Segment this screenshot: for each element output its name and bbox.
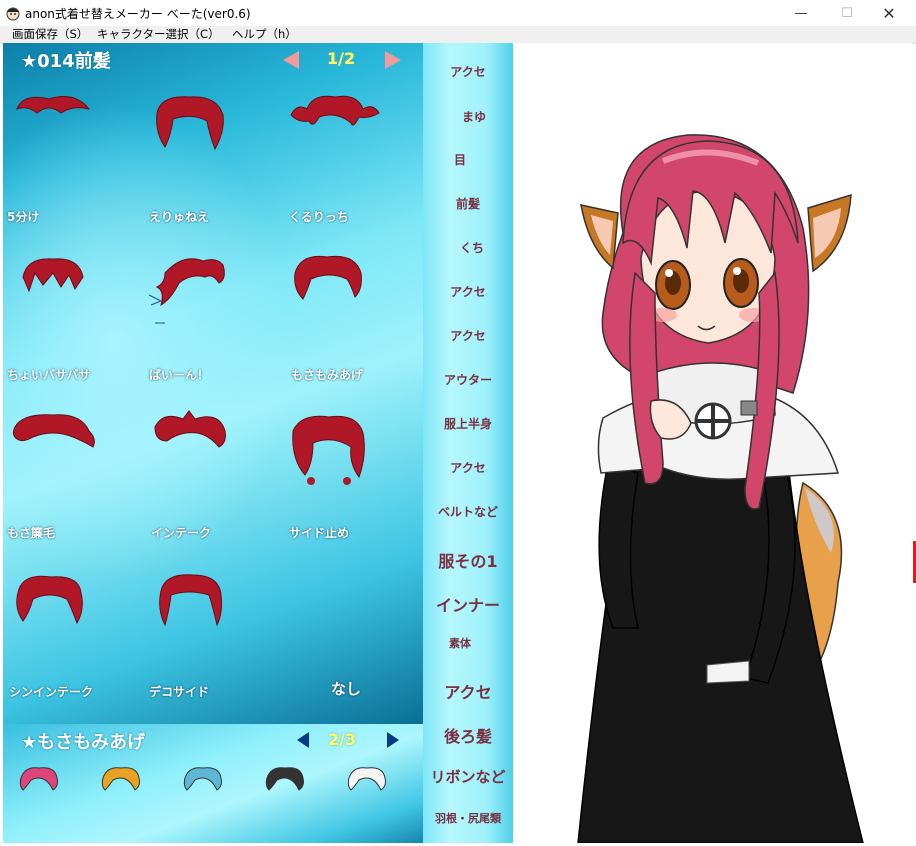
category-bar: アクセ まゆ 目 前髪 くち アクセ アクセ アウター 服上半身 アクセ ベルト… [423,43,513,843]
category-item-upper-clothes[interactable]: 服上半身 [423,415,513,432]
hair-label: 5分け [7,210,40,224]
menu-character-select[interactable]: キャラクター選択（C） [97,26,220,43]
category-item-accessory-2[interactable]: アクセ [423,283,513,300]
hair-label: サイド止め [289,526,350,540]
hair-thumb-icon [294,255,362,300]
category-item-accessory-3[interactable]: アクセ [423,327,513,344]
maximize-button[interactable]: ☐ [824,0,870,26]
color-next-arrow-icon[interactable] [387,732,399,748]
hair-thumb-icon [22,258,84,293]
window-title: anon式着せ替えメーカー べーた(ver0.6) [25,7,251,21]
category-item-clothes-1[interactable]: 服その1 [423,548,513,572]
hair-label: ばいーん！ [149,368,210,382]
next-page-arrow-icon[interactable] [385,51,401,69]
category-item-ribbon[interactable]: リボンなど [423,766,513,787]
menu-help[interactable]: ヘルプ（h） [232,26,297,43]
hair-item-intake[interactable]: インテーク [143,403,275,553]
hair-item-sidedome[interactable]: サイド止め [283,403,415,553]
hair-color-thumb-icon [347,767,386,791]
hair-label: くるりっち [289,210,349,224]
category-item-mouth[interactable]: くち [427,239,517,256]
hair-panel: ★014前髪 1/2 5分け えりゅねえ くるりっち ちょいバサバサ ばいーん！… [3,43,423,724]
title-bar: anon式着せ替えメーカー べーた(ver0.6) — ☐ ✕ [0,0,916,26]
prev-page-arrow-icon[interactable] [283,51,299,69]
color-swatch[interactable] [345,764,389,794]
hair-item-choibasa[interactable]: ちょいバサバサ [3,243,135,393]
hair-item-none[interactable]: なし [283,563,415,713]
hair-item-mosasudare[interactable]: もさ簾毛 [3,403,135,553]
hair-color-thumb-icon [101,767,140,791]
hair-thumb-icon [154,410,226,448]
hair-label: もさもみあげ [291,368,364,382]
color-panel: ★もさもみあげ 2/3 [3,724,423,843]
hair-thumb-icon [156,96,224,151]
hair-color-thumb-icon [183,767,222,791]
color-swatch[interactable] [181,764,225,794]
category-item-accessory[interactable]: アクセ [423,63,513,80]
menu-bar: 画面保存（S） キャラクター選択（C） ヘルプ（h） [0,26,916,44]
category-item-bangs[interactable]: 前髪 [423,195,513,212]
hair-thumb-icon [148,258,225,324]
hair-item-eryunee[interactable]: えりゅねえ [143,83,275,233]
hair-label: インテーク [151,526,212,540]
hair-page-indicator: 1/2 [327,49,356,68]
category-item-body[interactable]: 素体 [415,635,505,651]
category-item-belt[interactable]: ベルトなど [423,503,513,520]
hair-label: えりゅねえ [149,210,210,224]
color-swatch[interactable] [263,764,307,794]
hair-thumb-icon [290,95,380,126]
color-panel-title: ★もさもみあげ [21,732,146,753]
close-button[interactable]: ✕ [866,0,912,26]
hair-color-thumb-icon [265,767,304,791]
menu-save-screen[interactable]: 画面保存（S） [12,26,88,43]
hair-item-decoside[interactable]: デコサイド [143,563,275,713]
category-item-accessory-5[interactable]: アクセ [423,679,513,703]
hair-label: なし [331,680,362,698]
hair-color-thumb-icon [19,767,58,791]
category-item-back-hair[interactable]: 後ろ髪 [423,723,513,747]
hair-label: シンインテーク [9,685,94,699]
character-illustration [577,134,864,843]
color-page-indicator: 2/3 [328,730,357,749]
category-item-accessory-4[interactable]: アクセ [423,459,513,476]
hair-item-baiin[interactable]: ばいーん！ [143,243,275,393]
category-item-inner[interactable]: インナー [423,592,513,616]
character-canvas [513,43,913,843]
hair-label: ちょいバサバサ [7,368,91,382]
category-item-wings-tail[interactable]: 羽根・尻尾類 [423,810,513,826]
category-item-eyebrows[interactable]: まゆ [429,108,519,125]
hair-label: デコサイド [149,685,210,699]
color-prev-arrow-icon[interactable] [297,732,309,748]
app-icon [6,7,20,21]
category-item-eyes[interactable]: 目 [415,151,505,168]
hair-item-mosamomiage[interactable]: もさもみあげ [283,243,415,393]
hair-item-shinintake[interactable]: シンインテーク [3,563,135,713]
category-item-outer[interactable]: アウター [423,371,513,388]
hair-thumb-icon [159,574,222,627]
hair-thumb-icon [16,575,83,625]
minimize-button[interactable]: — [778,0,824,26]
hair-panel-title: ★014前髪 [21,51,111,72]
hair-item-kururicchi[interactable]: くるりっち [283,83,415,233]
color-swatch[interactable] [17,764,61,794]
hair-thumb-icon [292,415,365,485]
hair-thumb-icon [16,96,91,114]
hair-thumb-icon [12,414,95,448]
hair-label: もさ簾毛 [7,526,56,540]
color-swatch[interactable] [99,764,143,794]
hair-item-5bun[interactable]: 5分け [3,83,135,233]
